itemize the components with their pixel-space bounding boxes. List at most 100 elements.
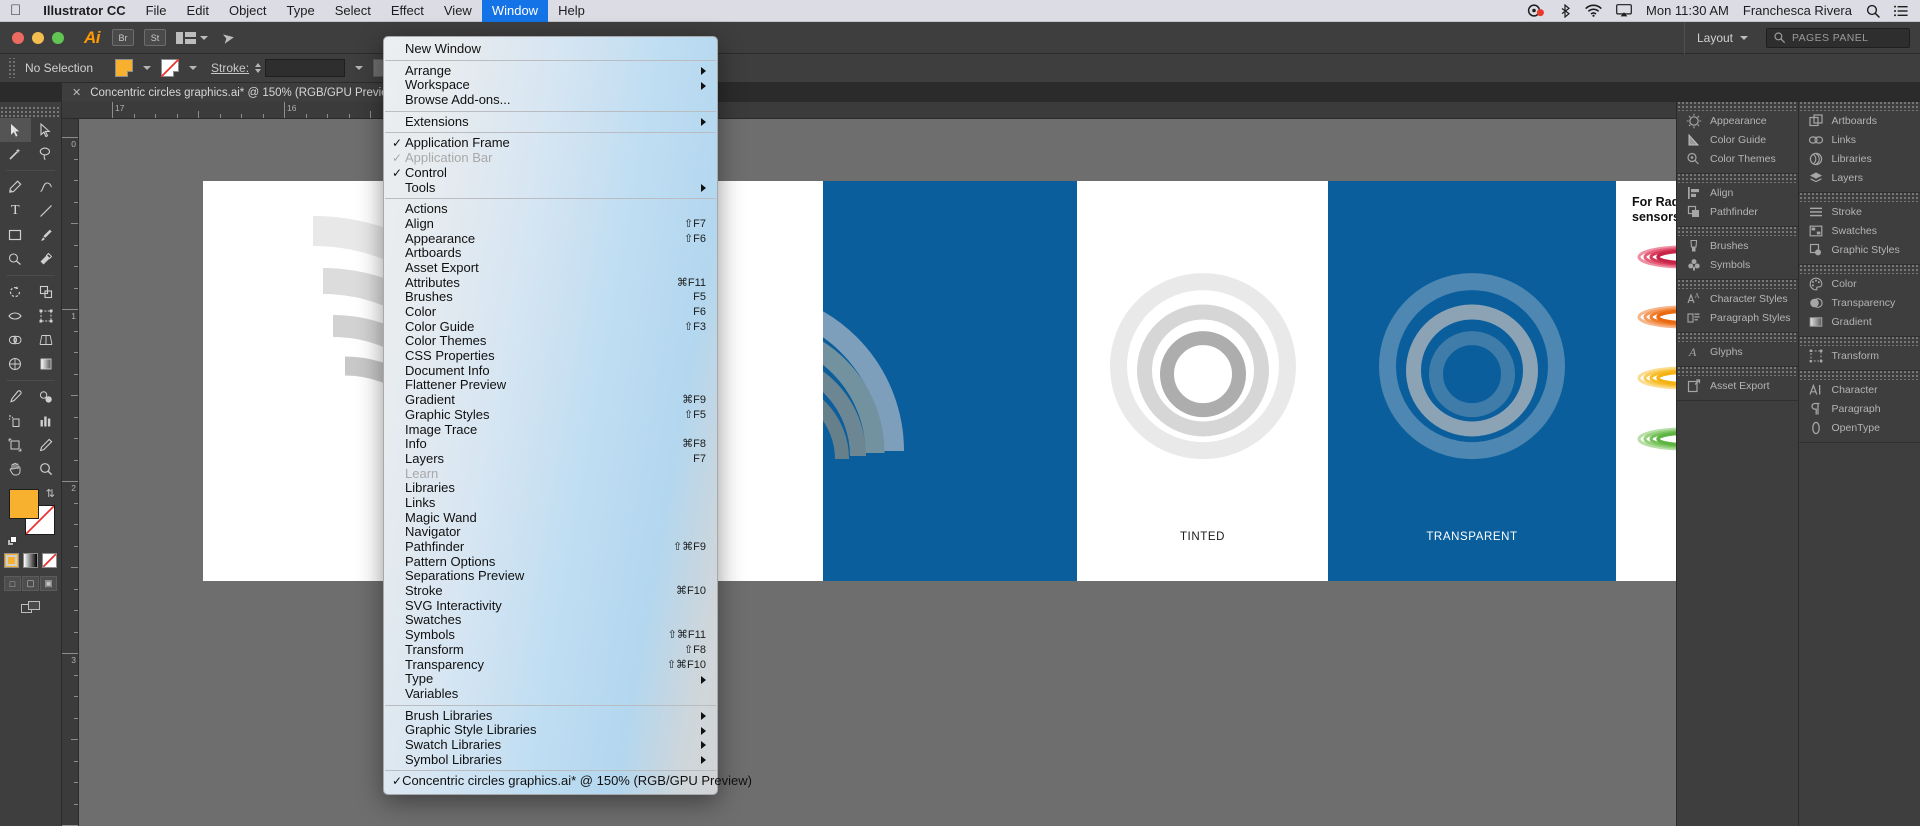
- artboard-tool[interactable]: [0, 433, 31, 457]
- curvature-tool[interactable]: [31, 175, 62, 199]
- window-menu-item-extensions[interactable]: Extensions: [384, 114, 717, 130]
- horizontal-ruler[interactable]: 17161514: [62, 102, 1920, 119]
- dock-item-graphic-styles[interactable]: Graphic Styles: [1799, 240, 1920, 259]
- dock-item-appearance[interactable]: Appearance: [1677, 111, 1798, 130]
- dock-item-character-styles[interactable]: A Character Styles: [1677, 289, 1798, 308]
- menubar-app-name[interactable]: Illustrator CC: [33, 0, 135, 22]
- bridge-button[interactable]: Br: [112, 29, 134, 46]
- window-menu-item-gradient[interactable]: Gradient ⌘F9: [384, 392, 717, 408]
- arrange-documents-icon[interactable]: [176, 31, 196, 44]
- window-menu-item-align[interactable]: Align ⇧F7: [384, 216, 717, 232]
- notification-center-icon[interactable]: [1894, 5, 1908, 17]
- window-menu-item-swatch-libraries[interactable]: Swatch Libraries: [384, 737, 717, 753]
- window-menu-item-tools[interactable]: Tools: [384, 180, 717, 196]
- adobe-stock-icon[interactable]: ➤: [221, 28, 236, 48]
- hand-tool[interactable]: [0, 457, 31, 481]
- dock-item-brushes[interactable]: Brushes: [1677, 236, 1798, 255]
- window-menu-item-workspace[interactable]: Workspace: [384, 78, 717, 93]
- window-menu-item-css-properties[interactable]: CSS Properties: [384, 348, 717, 364]
- window-menu-item-symbol-libraries[interactable]: Symbol Libraries: [384, 752, 717, 768]
- mesh-tool[interactable]: [0, 352, 31, 376]
- window-menu-item-attributes[interactable]: Attributes ⌘F11: [384, 275, 717, 291]
- menubar-item-window[interactable]: Window: [481, 0, 549, 22]
- dock-item-align[interactable]: Align: [1677, 183, 1798, 202]
- window-menu-item-navigator[interactable]: Navigator: [384, 525, 717, 540]
- fill-swatch[interactable]: [115, 59, 134, 77]
- dock-group-grip[interactable]: [1798, 371, 1920, 380]
- apple-icon[interactable]: : [0, 3, 33, 18]
- window-menu-item-symbols[interactable]: Symbols ⇧⌘F11: [384, 627, 717, 643]
- dock-group-grip[interactable]: [1798, 193, 1920, 202]
- default-fill-stroke-icon[interactable]: [7, 534, 18, 546]
- window-menu-item-pattern-options[interactable]: Pattern Options: [384, 554, 717, 570]
- dock-group-grip[interactable]: [1677, 280, 1798, 289]
- dock-item-color-guide[interactable]: Color Guide: [1677, 130, 1798, 149]
- gradient-tool[interactable]: [31, 352, 62, 376]
- window-menu-item-magic-wand[interactable]: Magic Wand: [384, 510, 717, 526]
- search-input[interactable]: PAGES PANEL: [1766, 27, 1910, 48]
- spotlight-search-icon[interactable]: [1866, 4, 1880, 18]
- dock-item-pathfinder[interactable]: Pathfinder: [1677, 202, 1798, 221]
- magic-wand-tool[interactable]: [0, 142, 31, 166]
- window-menu-item-layers[interactable]: Layers F7: [384, 451, 717, 467]
- column-graph-tool[interactable]: [31, 409, 62, 433]
- window-menu-item-artboards[interactable]: Artboards: [384, 246, 717, 261]
- stroke-weight-input[interactable]: [265, 59, 346, 77]
- window-menu-item-color[interactable]: Color F6: [384, 304, 717, 320]
- vertical-ruler[interactable]: 01234: [62, 119, 79, 826]
- screen-record-icon[interactable]: [1527, 4, 1545, 17]
- tools-panel-grip[interactable]: [0, 106, 61, 118]
- dock-item-color-themes[interactable]: Color Themes: [1677, 149, 1798, 168]
- stroke-label[interactable]: Stroke:: [211, 61, 249, 75]
- stroke-swatch[interactable]: [161, 59, 180, 77]
- window-menu-item-document-info[interactable]: Document Info: [384, 363, 717, 379]
- dock-item-color[interactable]: Color: [1799, 274, 1920, 293]
- maximize-window-button[interactable]: [52, 31, 64, 44]
- dock-item-symbols[interactable]: Symbols: [1677, 255, 1798, 274]
- window-menu-item-flattener-preview[interactable]: Flattener Preview: [384, 378, 717, 393]
- window-menu-item-graphic-style-libraries[interactable]: Graphic Style Libraries: [384, 723, 717, 738]
- dock-item-character[interactable]: Character: [1799, 380, 1920, 399]
- window-dropdown-menu[interactable]: New Window Arrange Workspace Browse Add-ons…: [383, 36, 752, 795]
- dock-item-gradient[interactable]: Gradient: [1799, 312, 1920, 331]
- dock-item-artboards[interactable]: Artboards: [1799, 111, 1920, 130]
- close-window-button[interactable]: [12, 31, 24, 44]
- menubar-item-effect[interactable]: Effect: [381, 0, 434, 22]
- draw-normal-icon[interactable]: □: [4, 576, 21, 591]
- color-mode-button[interactable]: [4, 553, 19, 568]
- window-menu-item-asset-export[interactable]: Asset Export: [384, 260, 717, 276]
- dock-item-asset-export[interactable]: Asset Export: [1677, 376, 1798, 395]
- bluetooth-icon[interactable]: [1559, 3, 1571, 18]
- window-menu-item-browse-add-ons[interactable]: Browse Add-ons...: [384, 92, 717, 108]
- lasso-tool[interactable]: [31, 142, 62, 166]
- menubar-item-edit[interactable]: Edit: [177, 0, 219, 22]
- artboard-transparent-2[interactable]: TRANSPARENT: [1328, 181, 1616, 581]
- shaper-tool[interactable]: [0, 247, 31, 271]
- free-transform-tool[interactable]: [31, 304, 62, 328]
- control-bar-grip[interactable]: [7, 58, 17, 78]
- menubar-clock[interactable]: Mon 11:30 AM: [1646, 4, 1729, 17]
- dock-group-grip[interactable]: [1677, 174, 1798, 183]
- window-menu-item-graphic-styles[interactable]: Graphic Styles ⇧F5: [384, 407, 717, 423]
- selection-tool[interactable]: [0, 118, 31, 142]
- dock-group-grip[interactable]: [1798, 337, 1920, 346]
- dock-item-layers[interactable]: Layers: [1799, 168, 1920, 187]
- dock-item-libraries[interactable]: Libraries: [1799, 149, 1920, 168]
- change-screen-mode-icon[interactable]: [0, 601, 61, 614]
- window-menu-item-pathfinder[interactable]: Pathfinder ⇧⌘F9: [384, 539, 717, 555]
- slice-tool[interactable]: [31, 433, 62, 457]
- dock-item-swatches[interactable]: Swatches: [1799, 221, 1920, 240]
- airplay-icon[interactable]: [1616, 4, 1632, 17]
- pen-tool[interactable]: [0, 175, 31, 199]
- document-tab[interactable]: ✕ Concentric circles graphics.ai* @ 150%…: [62, 83, 415, 102]
- window-menu-item-stroke[interactable]: Stroke ⌘F10: [384, 583, 717, 599]
- artboard-transparent-1[interactable]: [823, 181, 1077, 581]
- dock-item-stroke[interactable]: Stroke: [1799, 202, 1920, 221]
- window-menu-item-brushes[interactable]: Brushes F5: [384, 290, 717, 305]
- workspace-switcher[interactable]: Layout: [1683, 21, 1760, 54]
- window-menu-item-svg-interactivity[interactable]: SVG Interactivity: [384, 598, 717, 614]
- menubar-item-select[interactable]: Select: [325, 0, 381, 22]
- window-menu-item-application-frame[interactable]: ✓ Application Frame: [384, 136, 717, 151]
- dock-item-glyphs[interactable]: A Glyphs: [1677, 342, 1798, 361]
- dock-group-grip[interactable]: [1677, 367, 1798, 376]
